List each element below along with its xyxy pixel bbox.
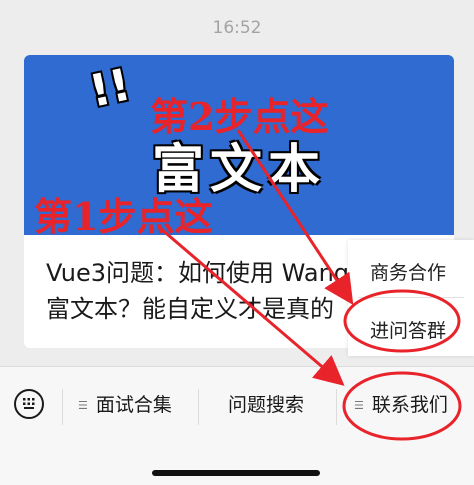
annotation-circle-qa-group [343, 289, 461, 353]
annotation-arrow-step-1 [159, 226, 345, 386]
annotation-arrow-step-2 [236, 129, 354, 306]
annotation-circle-contact-us [342, 371, 462, 441]
annotation-overlay [159, 129, 462, 441]
